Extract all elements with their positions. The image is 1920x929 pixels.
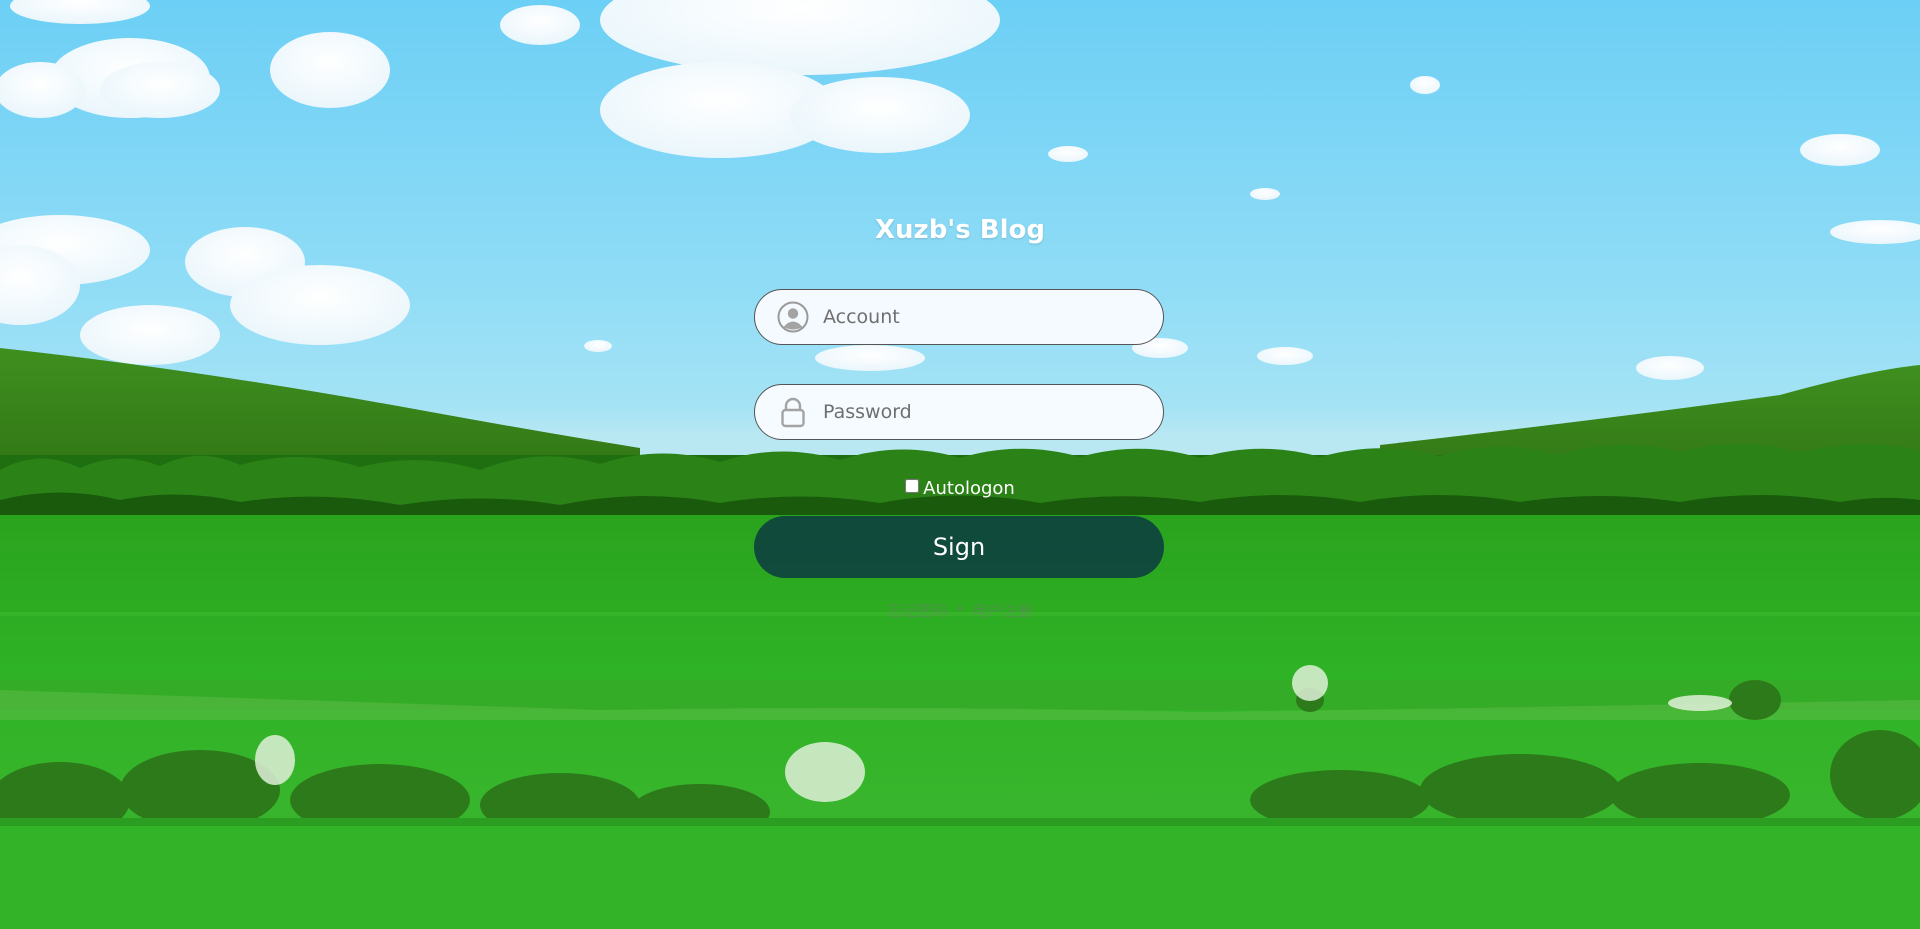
footer-links: 忘记密码 • 用户注册 [754,600,1166,621]
autologon-row: Autologon [754,476,1166,500]
autologon-checkbox[interactable] [905,479,920,493]
login-page: Xuzb's Blog Autologon Sign 忘记密码 • 用户注册 [0,0,1920,929]
account-field[interactable] [754,289,1164,345]
page-title: Xuzb's Blog [875,215,1045,245]
user-icon [777,301,809,333]
lock-icon [781,397,805,428]
footer-separator: • [955,600,965,618]
password-input[interactable] [823,392,1143,432]
password-field[interactable] [754,384,1164,440]
sign-button[interactable]: Sign [754,516,1164,578]
account-input[interactable] [823,297,1143,337]
register-link[interactable]: 用户注册 [972,600,1032,621]
forgot-password-link[interactable]: 忘记密码 [888,600,948,621]
autologon-label[interactable]: Autologon [923,478,1015,499]
login-panel: Xuzb's Blog Autologon Sign 忘记密码 • 用户注册 [754,210,1166,621]
